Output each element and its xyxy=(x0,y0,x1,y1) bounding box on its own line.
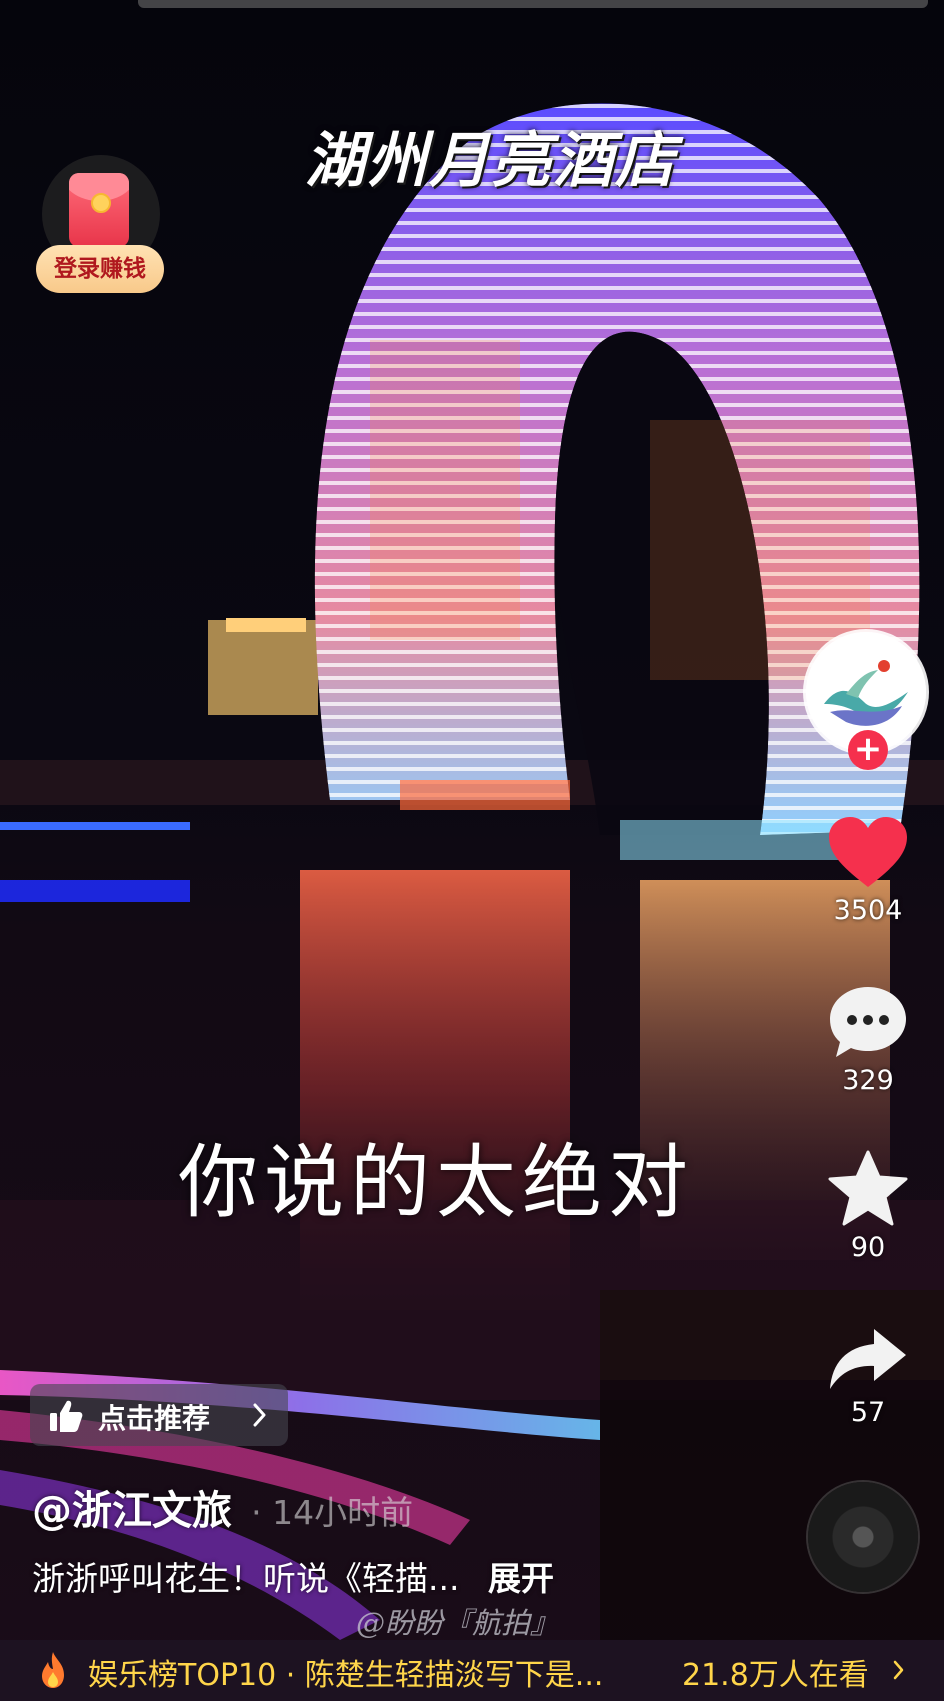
comment-count: 329 xyxy=(842,1065,894,1096)
comment-icon xyxy=(830,987,906,1057)
login-earn-label: 登录赚钱 xyxy=(36,245,164,293)
trending-watchers: 21.8万人在看 xyxy=(682,1658,869,1693)
trending-bar[interactable]: 娱乐榜TOP10 · 陈楚生轻描淡写下是... 21.8万人在看 xyxy=(0,1640,944,1701)
follow-plus-icon[interactable]: + xyxy=(848,730,888,770)
expand-button[interactable]: 展开 xyxy=(488,1559,554,1598)
author-avatar-button[interactable]: + xyxy=(806,632,926,772)
favorite-button[interactable]: 90 xyxy=(813,1150,923,1263)
recommend-label: 点击推荐 xyxy=(98,1402,211,1435)
comment-button[interactable]: 329 xyxy=(813,985,923,1096)
chevron-right-icon xyxy=(893,1660,904,1680)
trending-text: 娱乐榜TOP10 · 陈楚生轻描淡写下是... xyxy=(88,1658,604,1693)
like-button[interactable]: 3504 xyxy=(813,815,923,926)
video-feed-screen[interactable]: 湖州月亮酒店 你说的太绝对 @盼盼『航拍』 登录赚钱 + 3504 329 90… xyxy=(0,0,944,1701)
like-count: 3504 xyxy=(833,895,903,926)
top-scroll-indicator xyxy=(138,0,928,8)
music-disc-icon[interactable] xyxy=(808,1482,918,1592)
share-count: 57 xyxy=(850,1397,886,1428)
video-title-caption: 湖州月亮酒店 xyxy=(305,126,677,196)
author-line: @浙江文旅 · 14小时前 xyxy=(32,1478,413,1536)
recommend-button[interactable]: 点击推荐 xyxy=(30,1384,288,1446)
video-subtitle-caption: 你说的太绝对 xyxy=(178,1136,694,1229)
red-packet-icon xyxy=(69,173,129,247)
red-packet-coin xyxy=(91,193,111,213)
star-icon xyxy=(828,1150,908,1226)
login-earn-button[interactable]: 登录赚钱 xyxy=(36,155,164,295)
chevron-right-icon xyxy=(253,1403,266,1427)
thumbs-up-icon xyxy=(50,1400,83,1432)
video-watermark: @盼盼『航拍』 xyxy=(356,1606,560,1640)
post-description: 浙浙呼叫花生！听说《轻描... 展开 xyxy=(32,1552,554,1600)
author-name[interactable]: @浙江文旅 xyxy=(32,1488,232,1534)
post-time: · 14小时前 xyxy=(251,1493,414,1532)
share-icon xyxy=(830,1329,906,1389)
fire-icon xyxy=(42,1652,64,1688)
heart-icon xyxy=(829,817,907,887)
share-button[interactable]: 57 xyxy=(813,1325,923,1428)
description-text: 浙浙呼叫花生！听说《轻描... xyxy=(32,1559,460,1598)
favorite-count: 90 xyxy=(850,1232,886,1263)
